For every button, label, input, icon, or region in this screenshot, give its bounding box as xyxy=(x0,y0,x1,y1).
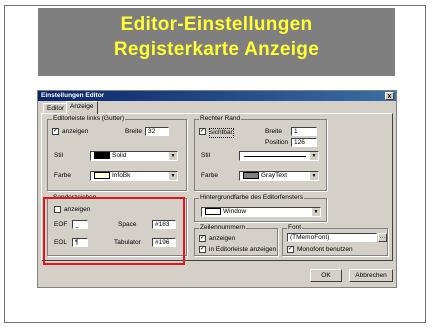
chevron-down-icon: ▼ xyxy=(310,152,318,160)
gutter-group-label: Editorleiste links (Gutter) xyxy=(52,115,126,122)
swatch-infobk xyxy=(94,172,110,179)
background-color-group-label: Hintergrundfarbe des Editorfensters xyxy=(199,194,304,201)
font-input[interactable]: (TMemoFont) xyxy=(287,233,377,242)
gutter-width-input[interactable]: 32 xyxy=(145,127,169,136)
right-margin-visible-label: sichtbar xyxy=(209,128,234,138)
right-margin-width-label: Breite xyxy=(265,128,282,135)
gutter-color-select[interactable]: InfoBk ▼ xyxy=(90,171,178,181)
close-icon[interactable]: x xyxy=(385,92,394,100)
line-numbers-group-label: Zeilennummern xyxy=(199,224,247,231)
background-color-select[interactable]: Window ▼ xyxy=(201,207,321,217)
background-color-value: Window xyxy=(223,208,247,216)
swatch-window xyxy=(205,208,221,215)
line-style-preview xyxy=(244,156,306,157)
tab-anzeige[interactable]: Anzeige xyxy=(66,101,98,114)
gutter-color-value: InfoBk xyxy=(112,172,131,180)
slide-title-box: Editor-Einstellungen Registerkarte Anzei… xyxy=(38,8,395,76)
gutter-style-value: Solid xyxy=(112,152,127,160)
swatch-black xyxy=(94,152,110,159)
chevron-down-icon: ▼ xyxy=(310,172,318,180)
gutter-color-label: Farbe xyxy=(54,172,71,179)
line-numbers-gutter-label: in Editorleiste anzeigen xyxy=(209,246,277,253)
right-margin-color-select[interactable]: GrayText ▼ xyxy=(239,171,319,181)
right-margin-position-input[interactable]: 126 xyxy=(291,138,317,147)
swatch-graytext xyxy=(243,172,259,179)
right-margin-style-select[interactable]: ▼ xyxy=(239,151,319,161)
line-numbers-show-label: anzeigen xyxy=(209,235,236,242)
ok-button[interactable]: OK xyxy=(310,269,342,282)
chevron-down-icon: ▼ xyxy=(169,172,177,180)
right-margin-position-label: Position xyxy=(265,139,289,146)
dialog-title: Einstellungen Editor xyxy=(41,92,105,99)
right-margin-width-input[interactable]: 1 xyxy=(291,127,317,136)
gutter-group: Editorleiste links (Gutter) ✓ anzeigen B… xyxy=(47,115,187,191)
cancel-button[interactable]: Abbrechen xyxy=(349,269,393,282)
font-group-label: Font xyxy=(287,224,303,231)
gutter-style-select[interactable]: Solid ▼ xyxy=(90,151,178,161)
slide-subtitle: Registerkarte Anzeige xyxy=(113,39,320,60)
line-numbers-group: Zeilennummern ✓ anzeigen ✓ in Editorleis… xyxy=(194,224,278,256)
gutter-style-label: Stil xyxy=(54,152,64,159)
right-margin-color-label: Farbe xyxy=(201,172,218,179)
monofont-checkbox[interactable]: ✓ xyxy=(287,246,294,253)
monofont-label: Monofont benutzen xyxy=(297,246,353,253)
right-margin-group-label: Rechter Rand xyxy=(199,115,242,122)
right-margin-color-value: GrayText xyxy=(261,172,288,180)
tab-editor[interactable]: Editor xyxy=(43,103,68,113)
highlight-special-chars xyxy=(43,197,185,265)
font-browse-button[interactable]: ... xyxy=(378,233,387,242)
right-margin-visible-checkbox[interactable]: ✓ xyxy=(199,128,206,135)
slide-title: Editor-Einstellungen xyxy=(120,14,313,35)
font-group: Font (TMemoFont) ... ✓ Monofont benutzen xyxy=(282,224,388,256)
background-color-group: Hintergrundfarbe des Editorfensters Wind… xyxy=(194,194,327,222)
right-margin-group: Rechter Rand ✓ sichtbar Breite 1 Positio… xyxy=(194,115,327,191)
gutter-show-checkbox[interactable]: ✓ xyxy=(52,128,59,135)
gutter-width-label: Breite xyxy=(125,128,142,135)
gutter-show-label: anzeigen xyxy=(62,128,89,135)
chevron-down-icon: ▼ xyxy=(169,152,177,160)
chevron-down-icon: ▼ xyxy=(312,208,320,216)
dialog-titlebar: Einstellungen Editor x xyxy=(38,91,396,101)
right-margin-style-label: Stil xyxy=(201,152,211,159)
line-numbers-show-checkbox[interactable]: ✓ xyxy=(199,235,206,242)
line-numbers-gutter-checkbox[interactable]: ✓ xyxy=(199,246,206,253)
